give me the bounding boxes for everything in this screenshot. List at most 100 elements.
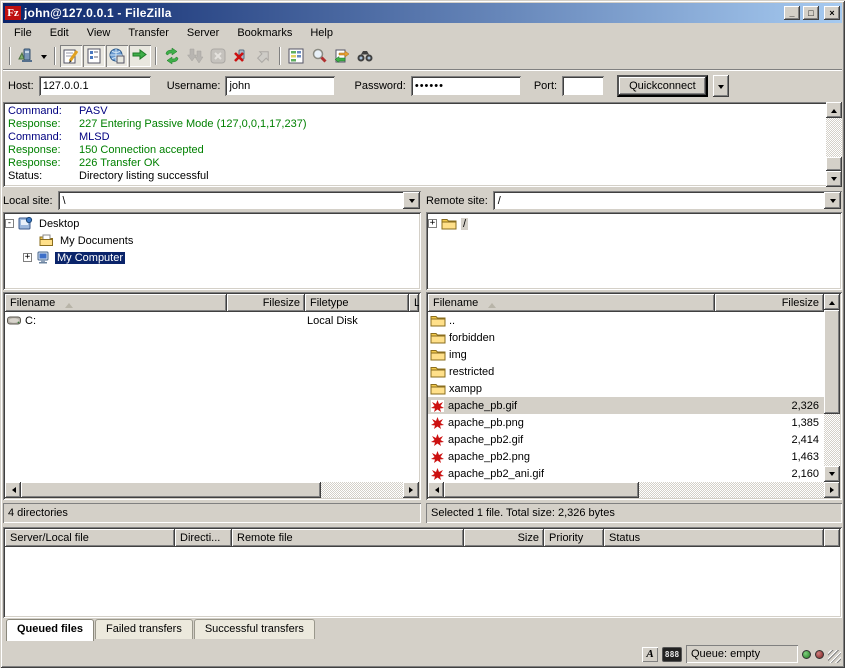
password-input[interactable]: [411, 76, 521, 96]
toggle-message-log-icon[interactable]: [60, 45, 82, 67]
remote-tree[interactable]: + /: [426, 212, 842, 290]
site-manager-icon[interactable]: [15, 45, 37, 67]
local-tree[interactable]: - Desktop My Documents + My Computer: [3, 212, 421, 290]
menu-transfer[interactable]: Transfer: [119, 24, 178, 42]
scroll-left-icon[interactable]: [428, 482, 444, 498]
scroll-up-icon[interactable]: [824, 294, 840, 310]
local-file-list[interactable]: Filename Filesize Filetype L C:: [3, 292, 421, 500]
scroll-right-icon[interactable]: [824, 482, 840, 498]
toggle-remote-tree-icon[interactable]: [106, 45, 128, 67]
tab-successful-transfers[interactable]: Successful transfers: [194, 619, 315, 639]
queue-status-panel: Queue: empty: [686, 645, 798, 663]
message-log[interactable]: Command:PASV Response:227 Entering Passi…: [3, 102, 842, 187]
maximize-button[interactable]: □: [803, 6, 819, 20]
title-bar[interactable]: Fz john@127.0.0.1 - FileZilla _ □ ×: [3, 3, 842, 23]
file-row[interactable]: apache_pb2.png 1,463: [428, 448, 824, 465]
tree-item-my-computer[interactable]: + My Computer: [5, 249, 419, 266]
quickconnect-dropdown-icon[interactable]: [713, 75, 729, 97]
quickconnect-button[interactable]: Quickconnect: [617, 75, 708, 97]
column-header-filesize[interactable]: Filesize: [227, 294, 305, 312]
menu-file[interactable]: File: [5, 24, 41, 42]
file-row[interactable]: apache_pb.png 1,385: [428, 414, 824, 431]
process-queue-icon[interactable]: [184, 45, 206, 67]
transfer-type-icon[interactable]: A: [642, 647, 658, 662]
scroll-down-icon[interactable]: [824, 466, 840, 482]
site-manager-dropdown-icon[interactable]: [38, 45, 50, 67]
port-input[interactable]: [562, 76, 604, 96]
collapse-icon[interactable]: -: [5, 219, 14, 228]
menu-edit[interactable]: Edit: [41, 24, 78, 42]
username-input[interactable]: [225, 76, 335, 96]
scroll-up-icon[interactable]: [826, 102, 842, 118]
file-row[interactable]: apache_pb2.gif 2,414: [428, 431, 824, 448]
transfer-queue[interactable]: Server/Local file Directi... Remote file…: [3, 527, 842, 618]
local-site-combo[interactable]: \: [58, 191, 421, 210]
toggle-transfer-queue-icon[interactable]: [129, 45, 151, 67]
file-row[interactable]: xampp: [428, 380, 824, 397]
close-button[interactable]: ×: [824, 6, 840, 20]
column-header-size[interactable]: Size: [464, 529, 544, 547]
file-size: 2,160: [791, 468, 819, 480]
log-text: MLSD: [79, 131, 110, 144]
menu-view[interactable]: View: [78, 24, 120, 42]
file-row-c-drive[interactable]: C: Local Disk: [5, 312, 419, 329]
menu-bookmarks[interactable]: Bookmarks: [228, 24, 301, 42]
compare-directories-icon[interactable]: [285, 45, 307, 67]
file-row[interactable]: apache_pb2_ani.gif 2,160: [428, 465, 824, 482]
remote-site-combo[interactable]: /: [493, 191, 842, 210]
scrollbar-thumb[interactable]: [826, 157, 842, 171]
scroll-down-icon[interactable]: [826, 171, 842, 187]
column-header-filetype[interactable]: Filetype: [305, 294, 409, 312]
column-header-filesize[interactable]: Filesize: [715, 294, 824, 312]
column-header-remote-file[interactable]: Remote file: [232, 529, 464, 547]
log-vertical-scrollbar[interactable]: [826, 102, 842, 187]
menu-help[interactable]: Help: [301, 24, 342, 42]
local-site-bar: Local site: \: [3, 190, 421, 211]
column-header-priority[interactable]: Priority: [544, 529, 604, 547]
column-header-status[interactable]: Status: [604, 529, 824, 547]
host-input[interactable]: [39, 76, 151, 96]
synchronized-browsing-icon[interactable]: [331, 45, 353, 67]
tree-item-my-documents[interactable]: My Documents: [5, 232, 419, 249]
disconnect-icon[interactable]: [230, 45, 252, 67]
tab-queued-files[interactable]: Queued files: [6, 619, 94, 641]
expand-icon[interactable]: +: [23, 253, 32, 262]
tree-item-desktop[interactable]: - Desktop: [5, 215, 419, 232]
file-row[interactable]: restricted: [428, 363, 824, 380]
remote-horizontal-scrollbar[interactable]: [428, 482, 840, 498]
remote-vertical-scrollbar[interactable]: [824, 294, 840, 482]
scrollbar-thumb[interactable]: [444, 482, 639, 498]
resize-grip[interactable]: [828, 650, 841, 663]
file-row[interactable]: img: [428, 346, 824, 363]
scroll-right-icon[interactable]: [403, 482, 419, 498]
file-row-selected[interactable]: apache_pb.gif 2,326: [428, 397, 824, 414]
column-header-filename[interactable]: Filename: [5, 294, 227, 312]
queue-body[interactable]: [5, 547, 840, 616]
speed-limits-icon[interactable]: 888: [662, 647, 682, 662]
scrollbar-thumb[interactable]: [824, 310, 840, 414]
combo-dropdown-icon[interactable]: [403, 192, 420, 209]
tab-failed-transfers[interactable]: Failed transfers: [95, 619, 193, 639]
file-row[interactable]: ..: [428, 312, 824, 329]
combo-dropdown-icon[interactable]: [824, 192, 841, 209]
tree-item-root[interactable]: + /: [428, 215, 840, 232]
file-size: 2,326: [791, 400, 819, 412]
toggle-local-tree-icon[interactable]: [83, 45, 105, 67]
file-row[interactable]: forbidden: [428, 329, 824, 346]
column-header-direction[interactable]: Directi...: [175, 529, 232, 547]
column-header-lastmodified[interactable]: L: [409, 294, 419, 312]
column-header-filename[interactable]: Filename: [428, 294, 715, 312]
reconnect-icon[interactable]: [253, 45, 275, 67]
search-icon[interactable]: [354, 45, 376, 67]
scroll-left-icon[interactable]: [5, 482, 21, 498]
local-horizontal-scrollbar[interactable]: [5, 482, 419, 498]
column-header-server-local-file[interactable]: Server/Local file: [5, 529, 175, 547]
filter-icon[interactable]: [308, 45, 330, 67]
scrollbar-thumb[interactable]: [21, 482, 321, 498]
remote-file-list[interactable]: Filename Filesize .. forbidden: [426, 292, 842, 500]
expand-icon[interactable]: +: [428, 219, 437, 228]
menu-server[interactable]: Server: [178, 24, 228, 42]
refresh-icon[interactable]: [161, 45, 183, 67]
cancel-icon[interactable]: [207, 45, 229, 67]
minimize-button[interactable]: _: [784, 6, 800, 20]
